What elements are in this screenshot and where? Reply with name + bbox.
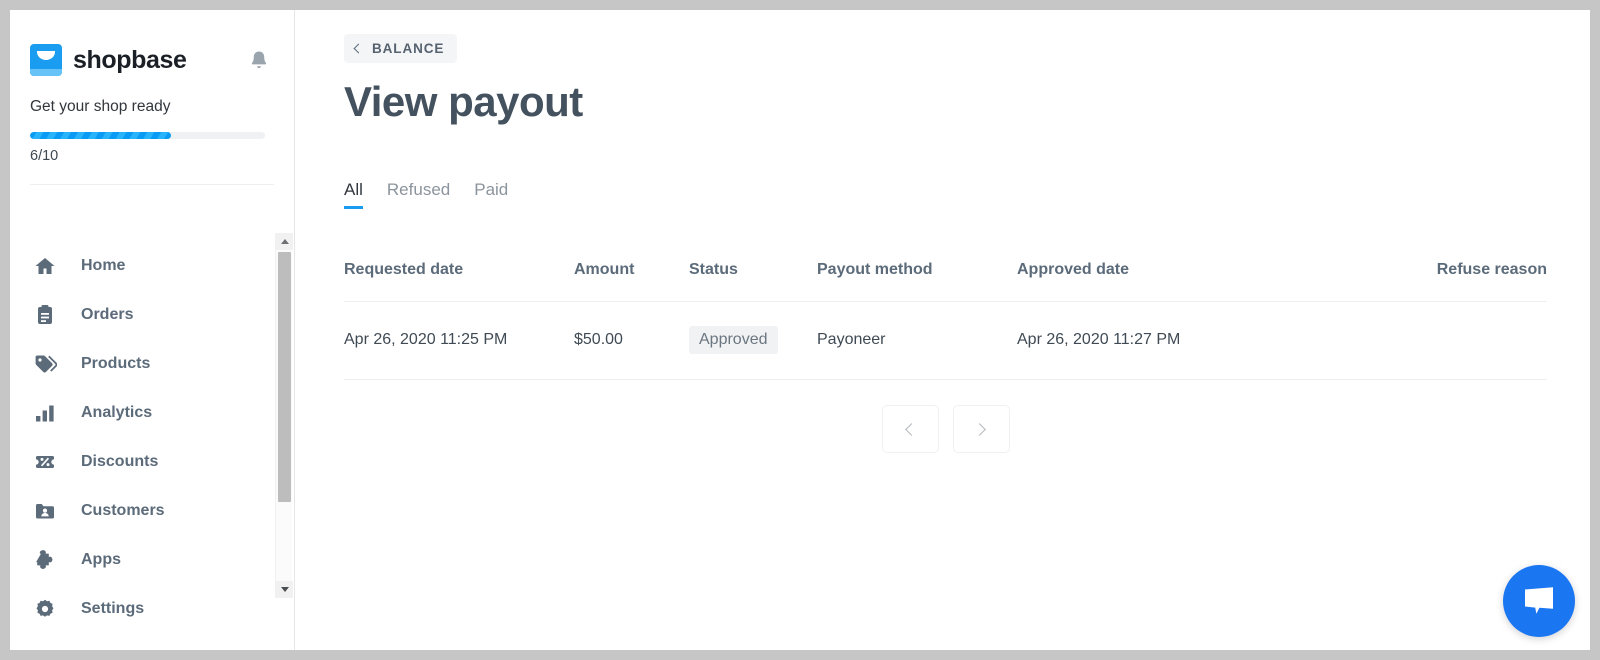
chat-bubble-icon [1522,585,1556,617]
sidebar-item-customers[interactable]: Customers [10,486,295,535]
sidebar-item-label: Settings [81,600,144,618]
sidebar-divider [30,184,274,185]
column-header-requested-date: Requested date [344,261,574,302]
payouts-table-container: Requested date Amount Status Payout meth… [344,261,1547,380]
logo-smile-shape [37,51,55,60]
cell-refuse-reason [1377,302,1547,380]
status-badge: Approved [689,326,778,354]
sidebar-nav: Home Orders [10,225,295,633]
table-body: Apr 26, 2020 11:25 PM $50.00 Approved Pa… [344,302,1547,380]
tab-paid[interactable]: Paid [474,180,508,209]
puzzle-icon [32,547,58,573]
sidebar-item-label: Apps [81,551,121,569]
sidebar-item-analytics[interactable]: Analytics [10,388,295,437]
column-header-payout-method: Payout method [817,261,1017,302]
sidebar-nav-scroll-area: Home Orders [10,225,295,650]
sidebar-item-settings[interactable]: Settings [10,584,295,633]
sidebar-scrollbar-thumb[interactable] [278,252,291,502]
column-header-refuse-reason: Refuse reason [1377,261,1547,302]
scroll-up-arrow-icon[interactable] [276,233,293,250]
home-icon [32,253,58,279]
sidebar-item-label: Customers [81,502,165,520]
pagination [344,405,1547,453]
sidebar-item-label: Analytics [81,404,152,422]
chevron-left-icon [905,423,918,436]
page-title: View payout [344,78,1590,126]
column-header-amount: Amount [574,261,689,302]
back-button-label: BALANCE [372,41,444,56]
gear-icon [32,596,58,622]
table-row[interactable]: Apr 26, 2020 11:25 PM $50.00 Approved Pa… [344,302,1547,380]
sidebar-item-apps[interactable]: Apps [10,535,295,584]
customers-folder-icon [32,498,58,524]
cell-approved-date: Apr 26, 2020 11:27 PM [1017,302,1377,380]
previous-page-button[interactable] [882,405,939,453]
onboarding-progress-label: 6/10 [30,148,272,164]
cell-requested-date: Apr 26, 2020 11:25 PM [344,302,574,380]
table-head: Requested date Amount Status Payout meth… [344,261,1547,302]
onboarding-progress-fill [30,132,171,139]
sidebar-scrollbar[interactable] [275,233,292,598]
shopbase-logo-icon[interactable] [30,44,62,76]
notification-bell-icon[interactable] [246,47,272,73]
sidebar-item-label: Home [81,257,125,275]
tab-refused[interactable]: Refused [387,180,450,209]
bar-chart-icon [32,400,58,426]
chevron-right-icon [973,423,986,436]
app-window: shopbase Get your shop ready 6/10 [10,10,1590,650]
sidebar-item-label: Discounts [81,453,158,471]
payouts-table: Requested date Amount Status Payout meth… [344,261,1547,380]
sidebar: shopbase Get your shop ready 6/10 [10,10,295,650]
onboarding-progress-bar [30,132,265,139]
sidebar-item-discounts[interactable]: Discounts [10,437,295,486]
brand-name[interactable]: shopbase [73,46,187,75]
tag-icon [32,351,58,377]
sidebar-item-label: Orders [81,306,133,324]
sidebar-item-orders[interactable]: Orders [10,290,295,339]
back-to-balance-button[interactable]: BALANCE [344,34,457,63]
next-page-button[interactable] [953,405,1010,453]
percent-icon [32,449,58,475]
brand-row: shopbase [10,10,294,80]
onboarding-title: Get your shop ready [30,98,272,116]
main-content: BALANCE View payout All Refused Paid Req… [295,10,1590,650]
sidebar-item-label: Products [81,355,150,373]
clipboard-icon [32,302,58,328]
status-filter-tabs: All Refused Paid [344,180,1590,209]
table-header-row: Requested date Amount Status Payout meth… [344,261,1547,302]
sidebar-item-home[interactable]: Home [10,241,295,290]
onboarding-progress-section: Get your shop ready 6/10 [10,80,294,164]
column-header-status: Status [689,261,817,302]
cell-payout-method: Payoneer [817,302,1017,380]
scroll-down-arrow-icon[interactable] [276,581,293,598]
logo-band-shape [30,69,62,76]
chevron-left-icon [354,44,364,54]
cell-amount: $50.00 [574,302,689,380]
cell-status: Approved [689,302,817,380]
tab-all[interactable]: All [344,180,363,209]
column-header-approved-date: Approved date [1017,261,1377,302]
sidebar-item-products[interactable]: Products [10,339,295,388]
chat-support-button[interactable] [1503,565,1575,637]
